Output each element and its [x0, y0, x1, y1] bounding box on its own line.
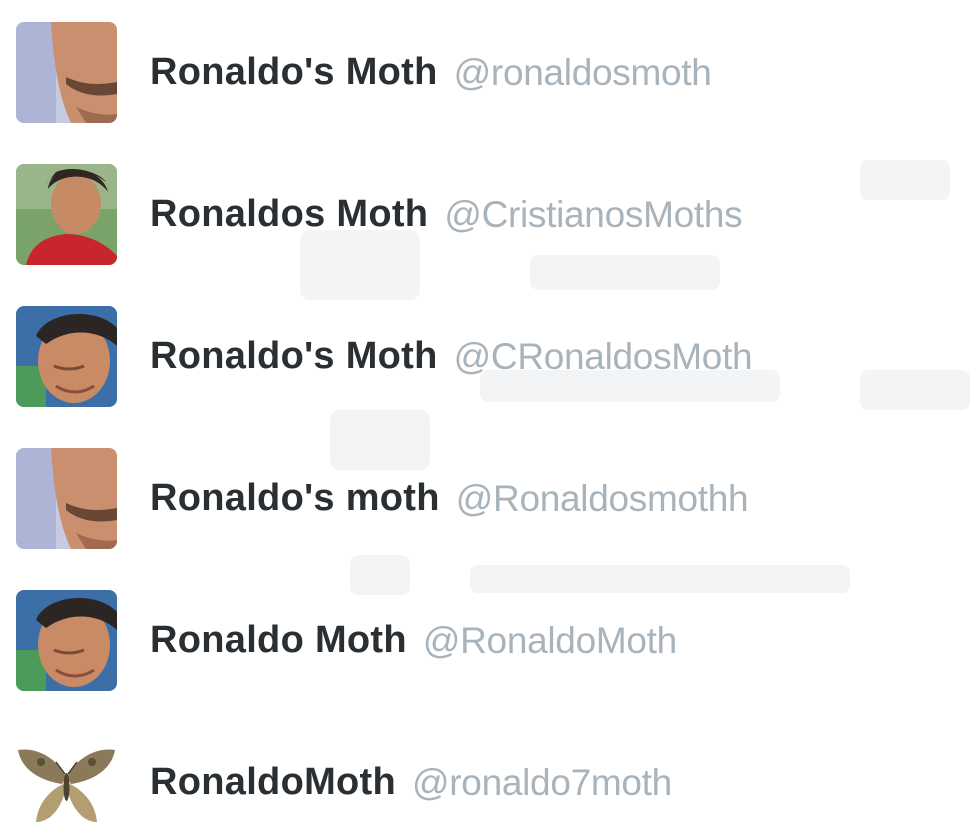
moth-photo-icon: [16, 732, 117, 833]
account-handle[interactable]: @ronaldo7moth: [412, 762, 672, 804]
avatar[interactable]: [16, 732, 117, 833]
account-handle[interactable]: @CRonaldosMoth: [454, 336, 753, 378]
account-row[interactable]: Ronaldo's moth @Ronaldosmothh: [16, 448, 966, 549]
account-row[interactable]: Ronaldos Moth @CristianosMoths: [16, 164, 966, 265]
ronaldo-closeup-photo-icon: [16, 22, 117, 123]
account-display-name[interactable]: Ronaldo's Moth: [150, 51, 438, 94]
account-handle[interactable]: @Ronaldosmothh: [456, 478, 749, 520]
ronaldo-face-photo-icon: [16, 590, 117, 691]
account-handle[interactable]: @RonaldoMoth: [423, 620, 677, 662]
account-row[interactable]: Ronaldo's Moth @CRonaldosMoth: [16, 306, 966, 407]
avatar[interactable]: [16, 448, 117, 549]
ronaldo-face-photo-icon: [16, 306, 117, 407]
avatar[interactable]: [16, 22, 117, 123]
account-handle[interactable]: @ronaldosmoth: [454, 52, 712, 94]
account-display-name[interactable]: Ronaldo's moth: [150, 477, 440, 520]
avatar[interactable]: [16, 590, 117, 691]
ronaldo-closeup-photo-icon: [16, 448, 117, 549]
account-row[interactable]: Ronaldo's Moth @ronaldosmoth: [16, 22, 966, 123]
account-row[interactable]: RonaldoMoth @ronaldo7moth: [16, 732, 966, 833]
account-display-name[interactable]: Ronaldo's Moth: [150, 335, 438, 378]
account-display-name[interactable]: RonaldoMoth: [150, 761, 396, 804]
account-display-name[interactable]: Ronaldos Moth: [150, 193, 428, 236]
account-handle[interactable]: @CristianosMoths: [444, 194, 742, 236]
avatar[interactable]: [16, 306, 117, 407]
avatar[interactable]: [16, 164, 117, 265]
account-list: Ronaldo's Moth @ronaldosmoth Ronaldos Mo…: [16, 22, 966, 833]
ronaldo-red-kit-photo-icon: [16, 164, 117, 265]
account-row[interactable]: Ronaldo Moth @RonaldoMoth: [16, 590, 966, 691]
account-display-name[interactable]: Ronaldo Moth: [150, 619, 407, 662]
